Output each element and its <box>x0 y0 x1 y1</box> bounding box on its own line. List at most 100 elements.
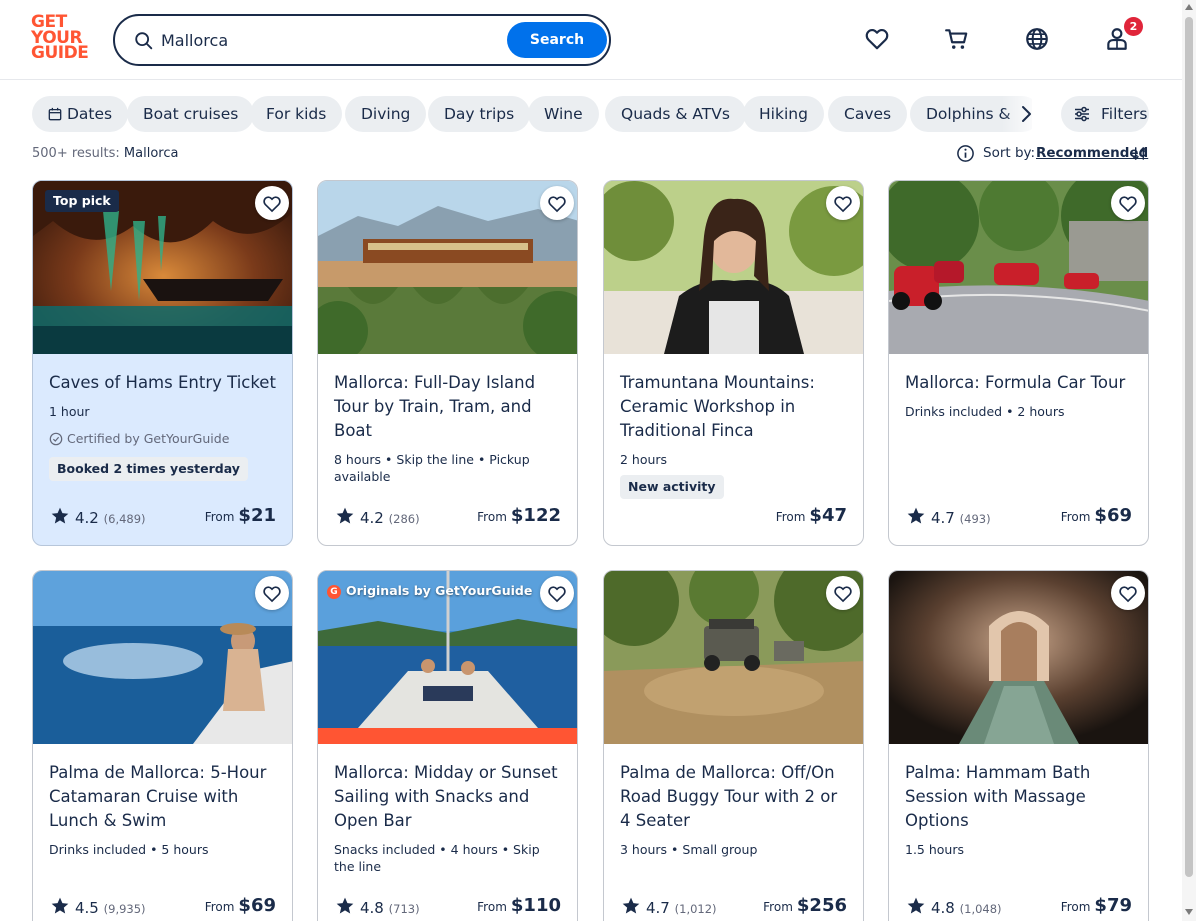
wishlist-button[interactable] <box>826 186 860 220</box>
results-query: Mallorca <box>123 146 179 161</box>
hammam-photo <box>889 571 1148 744</box>
activity-title[interactable]: Mallorca: Full-Day Island Tour by Train,… <box>334 371 562 443</box>
activity-card[interactable]: Mallorca: Full-Day Island Tour by Train,… <box>317 180 578 546</box>
heart-icon <box>263 196 281 213</box>
search-bar: Search <box>113 14 611 66</box>
star-icon <box>51 507 69 524</box>
originals-bar <box>318 728 577 744</box>
activity-title[interactable]: Palma: Hammam Bath Session with Massage … <box>905 761 1133 833</box>
getyourguide-logo[interactable]: GET YOUR GUIDE <box>31 14 91 65</box>
formula-car-photo <box>889 181 1148 354</box>
scroll-down-icon[interactable] <box>1185 909 1193 915</box>
activity-title[interactable]: Tramuntana Mountains: Ceramic Workshop i… <box>620 371 848 443</box>
search-button[interactable]: Search <box>507 22 607 58</box>
activity-card[interactable]: G Originals by GetYourGuide Mallorca: Mid… <box>317 570 578 921</box>
scrollbar-thumb[interactable] <box>1185 17 1193 877</box>
heart-icon <box>1119 196 1137 213</box>
price-prefix: From <box>1060 510 1091 524</box>
search-input[interactable] <box>161 26 501 54</box>
chip-for-kids[interactable]: For kids <box>250 96 343 132</box>
activity-card[interactable]: Palma: Hammam Bath Session with Massage … <box>888 570 1149 921</box>
review-count: (9,935) <box>103 902 146 916</box>
rating: 4.5 (9,935) <box>50 896 146 917</box>
activity-card[interactable]: Top pick Caves of Hams Entry Ticket 1 ho… <box>32 180 293 546</box>
wishlist-button[interactable] <box>1111 576 1145 610</box>
activity-image <box>889 181 1148 354</box>
price-value: $256 <box>796 895 847 916</box>
chip-boat-cruises[interactable]: Boat cruises <box>127 96 255 132</box>
activity-title[interactable]: Palma de Mallorca: Off/On Road Buggy Tou… <box>620 761 848 833</box>
price-prefix: From <box>775 510 806 524</box>
results-count: 500+ results: Mallorca <box>32 146 178 161</box>
rating-value: 4.2 <box>75 509 99 527</box>
rating-value: 4.7 <box>931 509 955 527</box>
globe-icon[interactable] <box>1024 26 1050 52</box>
scroll-up-icon[interactable] <box>1185 4 1193 10</box>
price-prefix: From <box>1060 900 1091 914</box>
price-value: $47 <box>809 505 847 526</box>
chip-diving[interactable]: Diving <box>345 96 427 132</box>
activity-card[interactable]: Tramuntana Mountains: Ceramic Workshop i… <box>603 180 864 546</box>
filters-button[interactable]: Filters <box>1061 96 1149 132</box>
activity-title[interactable]: Mallorca: Formula Car Tour <box>905 371 1133 395</box>
activity-card[interactable]: Palma de Mallorca: 5-Hour Catamaran Crui… <box>32 570 293 921</box>
heart-icon[interactable] <box>864 26 890 52</box>
star-icon <box>336 897 354 914</box>
chip-quads-atvs[interactable]: Quads & ATVs <box>605 96 746 132</box>
price-value: $79 <box>1094 895 1132 916</box>
review-count: (713) <box>388 902 420 916</box>
activity-card[interactable]: Palma de Mallorca: Off/On Road Buggy Tou… <box>603 570 864 921</box>
wishlist-button[interactable] <box>540 186 574 220</box>
rating: 4.2 (6,489) <box>50 506 146 527</box>
rating: 4.8 (713) <box>335 896 420 917</box>
sort-label: Sort by: <box>983 145 1036 161</box>
activity-meta: 3 hours • Small group <box>620 842 758 857</box>
activity-card[interactable]: Mallorca: Formula Car Tour Drinks includ… <box>888 180 1149 546</box>
chip-caves[interactable]: Caves <box>828 96 908 132</box>
activity-meta: 1 hour <box>49 404 90 419</box>
price: From $256 <box>763 895 847 916</box>
chip-dates[interactable]: Dates <box>32 96 129 132</box>
ceramic-workshop-photo <box>604 181 863 354</box>
price-value: $69 <box>238 895 276 916</box>
heart-icon <box>263 586 281 603</box>
activity-meta: 8 hours • Skip the line • Pickup availab… <box>334 452 530 484</box>
chip-label: Dates <box>67 105 113 123</box>
price-prefix: From <box>477 900 507 914</box>
calendar-icon <box>48 107 62 121</box>
rating-value: 4.8 <box>360 899 384 917</box>
catamaran-photo <box>33 571 292 744</box>
chip-wine[interactable]: Wine <box>528 96 599 132</box>
rating-value: 4.8 <box>931 899 955 917</box>
chevron-right-icon[interactable] <box>1014 102 1038 126</box>
top-pick-badge: Top pick <box>45 190 119 212</box>
cart-icon[interactable] <box>944 26 970 52</box>
info-icon[interactable] <box>956 144 975 163</box>
activity-title[interactable]: Palma de Mallorca: 5-Hour Catamaran Crui… <box>49 761 277 833</box>
rating-value: 4.2 <box>360 509 384 527</box>
wishlist-button[interactable] <box>255 186 289 220</box>
rating-value: 4.5 <box>75 899 99 917</box>
chip-day-trips[interactable]: Day trips <box>428 96 531 132</box>
wishlist-button[interactable] <box>540 576 574 610</box>
wishlist-button[interactable] <box>826 576 860 610</box>
activity-title[interactable]: Mallorca: Midday or Sunset Sailing with … <box>334 761 562 833</box>
price-prefix: From <box>204 510 235 524</box>
certified-text: Certified by GetYourGuide <box>67 431 230 446</box>
sort-arrows-icon[interactable] <box>1131 145 1148 162</box>
chip-hiking[interactable]: Hiking <box>743 96 824 132</box>
header: GET YOUR GUIDE Search 2 <box>0 0 1196 80</box>
wishlist-button[interactable] <box>1111 186 1145 220</box>
activity-image <box>318 181 577 354</box>
activity-meta: 1.5 hours <box>905 842 964 857</box>
rating-value: 4.7 <box>646 899 670 917</box>
logo-line: GUIDE <box>31 43 89 63</box>
rating: 4.7 (1,012) <box>621 896 717 917</box>
wishlist-button[interactable] <box>255 576 289 610</box>
activity-image: Top pick <box>33 181 292 354</box>
price-prefix: From <box>763 900 793 914</box>
rating: 4.7 (493) <box>906 506 991 527</box>
heart-icon <box>834 586 852 603</box>
activity-title[interactable]: Caves of Hams Entry Ticket <box>49 371 277 395</box>
scrollbar[interactable] <box>1182 0 1196 921</box>
